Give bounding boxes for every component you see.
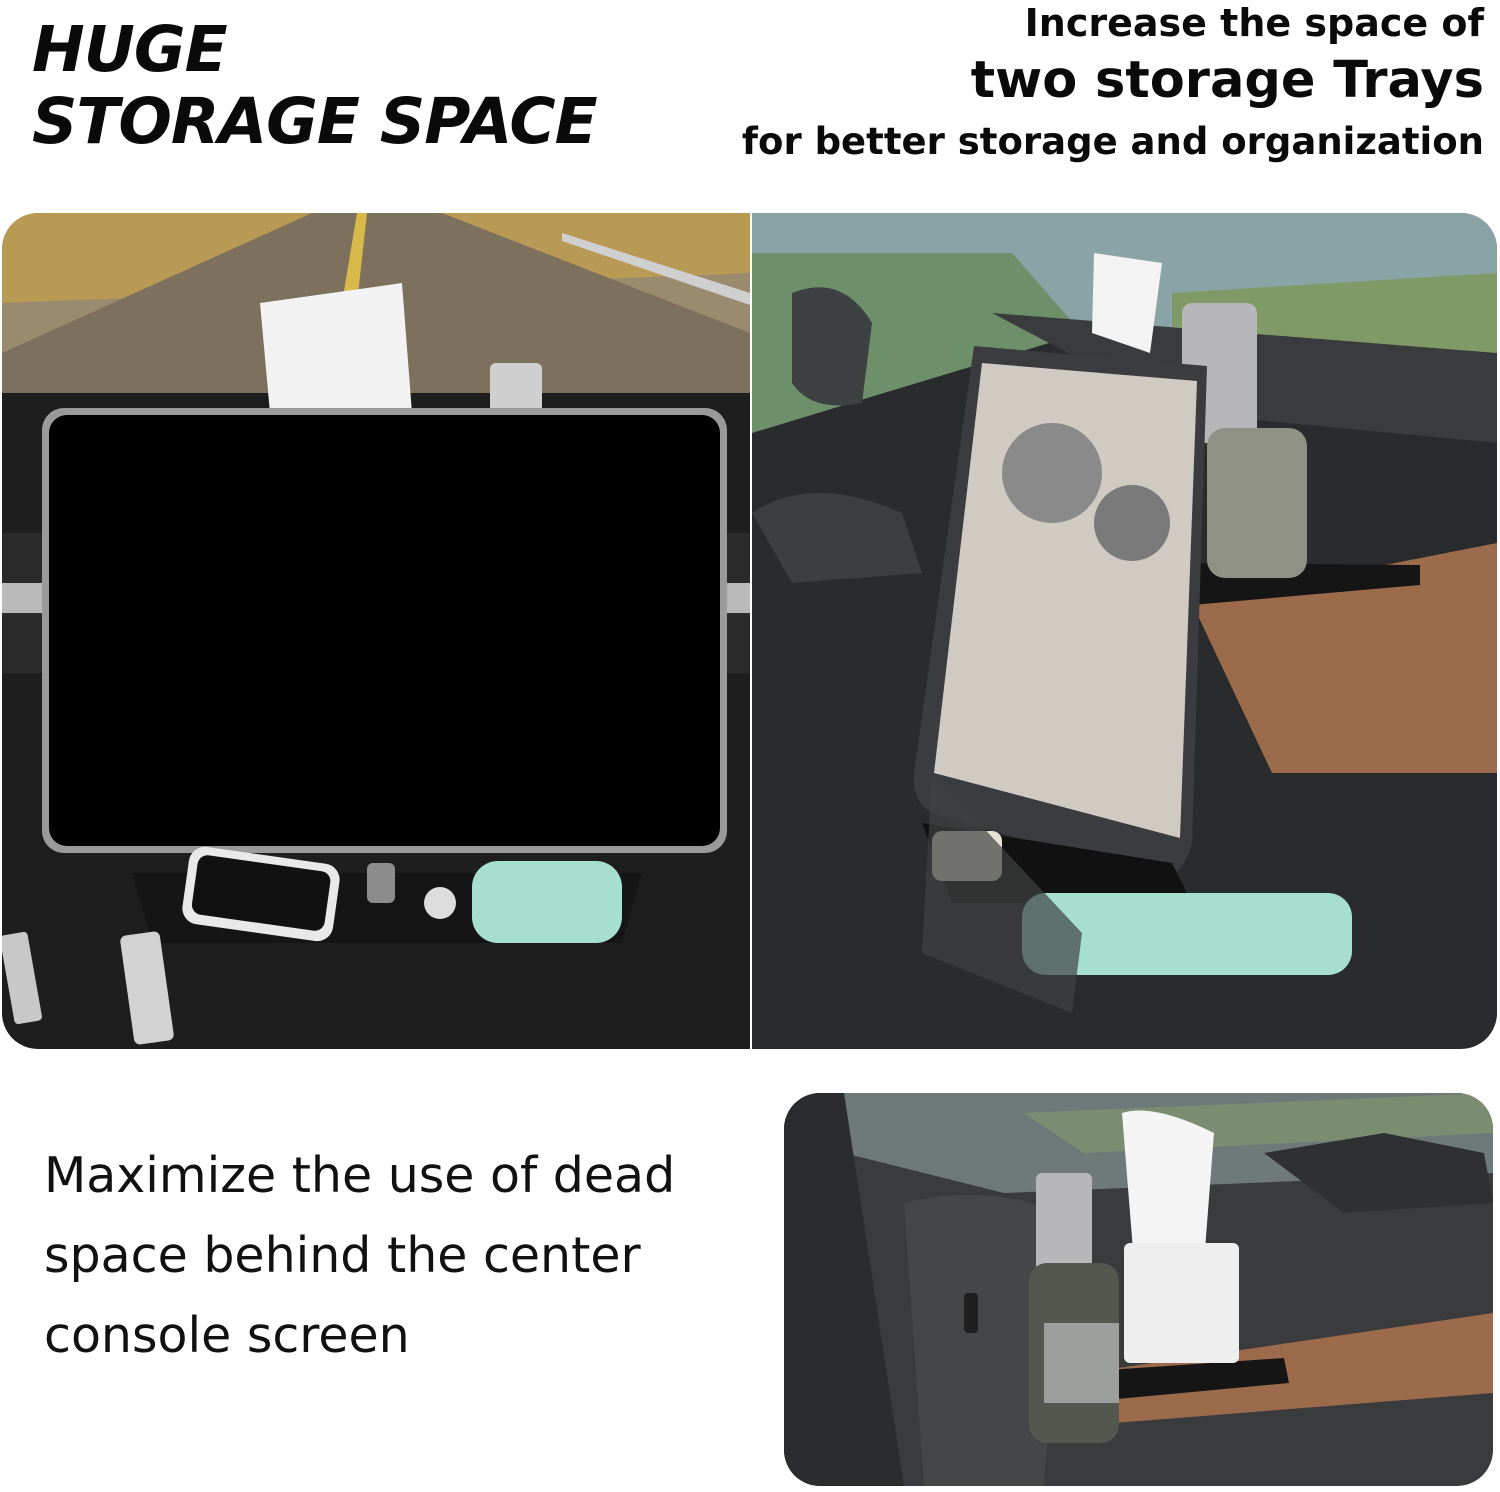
body-copy: Maximize the use of dead space behind th…: [44, 1136, 744, 1376]
tray-closeup-photo: [784, 1093, 1493, 1486]
front-view-photo: [2, 213, 750, 1049]
headline-line-1: HUGE: [32, 13, 228, 86]
body-copy-line-3: console screen: [44, 1307, 410, 1364]
body-copy-line-2: space behind the center: [44, 1227, 641, 1284]
tagline-line-1: Increase the space of: [1024, 1, 1484, 45]
headline-line-2: STORAGE SPACE: [32, 85, 598, 158]
tagline-line-2: two storage Trays: [970, 51, 1484, 110]
body-copy-line-1: Maximize the use of dead: [44, 1147, 676, 1204]
tagline-line-3: for better storage and organization: [741, 120, 1484, 163]
tagline: Increase the space of two storage Trays …: [742, 0, 1484, 168]
headline: HUGE STORAGE SPACE: [32, 13, 598, 158]
side-view-photo: [752, 213, 1497, 1049]
